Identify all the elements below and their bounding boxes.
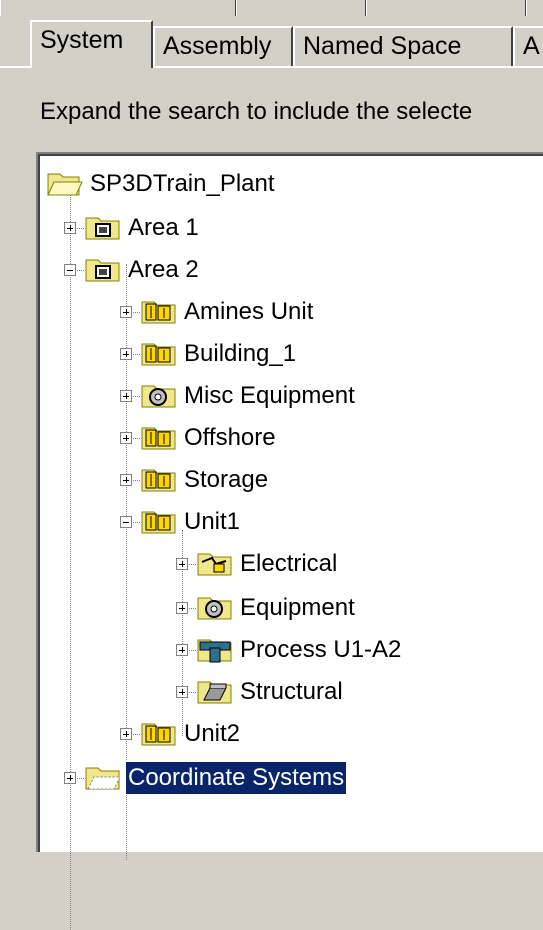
tab-label: A [523, 32, 540, 60]
tree-item[interactable]: Unit1 [140, 506, 500, 540]
tree-item[interactable]: Area 1 [84, 212, 444, 246]
tab-strip: System Assembly Named Space A [0, 20, 543, 68]
expand-toggle[interactable] [64, 772, 76, 784]
tab-label: Named Space [303, 32, 462, 60]
tab-named-space[interactable]: Named Space [293, 26, 513, 66]
tree-item[interactable]: Area 2 [84, 254, 444, 288]
tree-item[interactable]: Amines Unit [140, 296, 500, 330]
tree-label: Equipment [240, 594, 355, 621]
expand-toggle[interactable] [120, 390, 132, 402]
tree-label: Coordinate Systems [124, 761, 348, 795]
equipment-icon [197, 597, 232, 620]
partial-top-tab-row [0, 0, 543, 18]
tree-label: Offshore [184, 424, 276, 451]
expand-toggle[interactable] [120, 432, 132, 444]
system-tree-view[interactable]: SP3DTrain_Plant Area 1 Area 2 Amines Unit B… [36, 152, 543, 930]
description-text: Expand the search to include the selecte [40, 98, 473, 125]
unit-icon [141, 343, 176, 366]
unit-icon [141, 301, 176, 324]
expand-toggle[interactable] [120, 474, 132, 486]
expand-toggle[interactable] [176, 558, 188, 570]
tree-item[interactable]: Equipment [196, 592, 543, 626]
unit-icon [141, 723, 176, 746]
unit-icon [141, 469, 176, 492]
tree-item[interactable]: Offshore [140, 422, 500, 456]
tree-canvas: SP3DTrain_Plant Area 1 Area 2 Amines Unit B… [38, 154, 543, 930]
partial-tab[interactable] [236, 0, 366, 16]
partial-tab[interactable] [366, 0, 526, 16]
structural-icon [197, 681, 232, 704]
partial-tab[interactable] [526, 0, 543, 16]
open-folder-icon [47, 173, 83, 196]
partial-tab[interactable] [0, 0, 236, 16]
tree-item[interactable]: Electrical [196, 548, 543, 582]
tab-label: System [40, 26, 124, 54]
tree-label: Electrical [240, 550, 338, 577]
piping-icon [197, 639, 232, 663]
tree-item[interactable]: Misc Equipment [140, 380, 500, 414]
unit-icon [141, 511, 176, 534]
unit-icon [141, 427, 176, 450]
tree-label: Area 2 [128, 256, 199, 283]
search-description: Expand the search to include the selecte [40, 98, 543, 126]
tree-label: Building_1 [184, 340, 297, 367]
collapse-toggle[interactable] [64, 264, 76, 276]
expand-toggle[interactable] [176, 644, 188, 656]
tree-item[interactable]: Unit2 [140, 718, 500, 752]
tree-item[interactable]: Coordinate Systems [84, 761, 444, 796]
tree-item[interactable]: Storage [140, 464, 500, 498]
tree-label: Storage [184, 466, 269, 493]
tree-item[interactable]: Building_1 [140, 338, 500, 372]
expand-toggle[interactable] [120, 306, 132, 318]
tree-label: Unit1 [184, 508, 241, 535]
tab-assembly[interactable]: Assembly [153, 26, 293, 66]
tab-label: Assembly [163, 32, 272, 60]
coordinate-system-icon [85, 767, 121, 790]
tree-item[interactable]: Structural [196, 676, 543, 710]
expand-toggle[interactable] [176, 602, 188, 614]
electrical-icon [197, 553, 232, 576]
equipment-icon [141, 385, 176, 408]
area-icon [85, 259, 120, 282]
tree-label: Structural [240, 678, 343, 705]
expand-toggle[interactable] [64, 222, 76, 234]
tree-label: Amines Unit [184, 298, 314, 325]
area-icon [85, 217, 120, 240]
tree-label: Area 1 [128, 214, 199, 241]
tree-connector [70, 194, 71, 930]
tree-label: SP3DTrain_Plant [90, 170, 275, 197]
expand-toggle[interactable] [120, 348, 132, 360]
expand-toggle[interactable] [120, 728, 132, 740]
tree-label: Unit2 [184, 720, 241, 747]
collapse-toggle[interactable] [120, 516, 132, 528]
tree-root[interactable]: SP3DTrain_Plant [46, 168, 446, 202]
tab-system[interactable]: System [30, 20, 153, 68]
tree-label: Process U1-A2 [240, 636, 402, 663]
tree-label: Misc Equipment [184, 382, 355, 409]
tab-partial[interactable]: A [513, 26, 543, 66]
expand-toggle[interactable] [176, 686, 188, 698]
tree-item[interactable]: Process U1-A2 [196, 634, 543, 668]
